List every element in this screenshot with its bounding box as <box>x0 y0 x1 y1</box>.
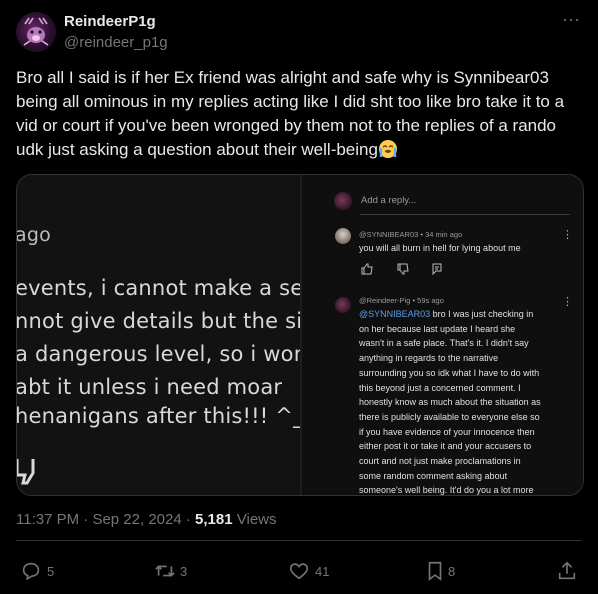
separator-dot: · <box>83 511 89 528</box>
caption-line: events, i cannot make a se <box>17 276 300 300</box>
views-label: Views <box>236 511 277 528</box>
kebab-icon: ⋮ <box>562 229 573 241</box>
comment-meta: @Reindeer-Pig • 59s ago <box>359 296 444 305</box>
comment-line: some random comment asking about <box>359 470 508 481</box>
comment-meta: @SYNNIBEAR03 • 34 min ago <box>359 230 463 239</box>
caption-line: nnot give details but the sit <box>17 309 300 333</box>
caption-line: abt it unless i need moar <box>17 375 283 399</box>
commenter-avatar <box>335 297 351 313</box>
caption-line: henanigans after this!!! ^_^ <box>17 404 300 428</box>
comments-screenshot: Add a reply... @SYNNIBEAR03 • 34 min ago… <box>302 175 583 495</box>
bookmark-icon <box>428 561 442 581</box>
mention-link: @SYNNIBEAR03 <box>359 309 431 319</box>
separator-dot: · <box>185 511 191 528</box>
commenter-avatar <box>334 192 352 210</box>
add-reply-placeholder: Add a reply... <box>361 195 417 206</box>
media-image[interactable]: ago events, i cannot make a se nnot give… <box>16 174 584 496</box>
more-options-icon[interactable]: ··· <box>560 10 582 32</box>
comment-line: this beyond just a concerned comment. I <box>359 382 521 393</box>
post-time[interactable]: 11:37 PM <box>16 511 79 528</box>
heart-icon <box>289 563 309 580</box>
bookmark-count: 8 <box>448 564 456 579</box>
commenter-avatar <box>335 228 351 244</box>
share-button[interactable] <box>556 560 580 582</box>
views-count: 5,181 <box>195 511 233 528</box>
dislike-icon <box>397 263 409 275</box>
comment-line: honestly know as much about the situatio… <box>359 397 541 408</box>
reply-icon <box>22 562 40 581</box>
author-display-name[interactable]: ReindeerP1g <box>64 13 156 30</box>
tweet-body: Bro all I said is if her Ex friend was a… <box>16 68 565 159</box>
bookmark-button[interactable]: 8 <box>424 560 484 582</box>
loudly-crying-face-icon <box>378 140 397 158</box>
comment-line: if you have evidence of your innocence t… <box>359 426 535 437</box>
comment-actions <box>359 263 459 277</box>
repost-count: 3 <box>180 564 188 579</box>
avatar-art-icon <box>23 17 49 46</box>
comment-line: on her because last update I heard she <box>359 323 516 334</box>
comment-line: wasn't in a safe place. That's it. I did… <box>359 338 529 349</box>
comment-line: there is publicly available to everyone … <box>359 411 540 422</box>
video-screenshot: ago events, i cannot make a se nnot give… <box>17 175 300 495</box>
reply-underline <box>360 214 570 215</box>
share-icon <box>558 561 576 580</box>
comment-line: @SYNNIBEAR03 bro I was just checking in <box>359 309 534 319</box>
dislike-icon <box>17 459 35 485</box>
repost-icon <box>155 565 175 577</box>
caption-line: a dangerous level, so i wont <box>17 342 300 366</box>
tweet-timestamp: 11:37 PM · Sep 22, 2024 · 5,181 Views <box>16 511 277 528</box>
comment-text: @SYNNIBEAR03 bro I was just checking in … <box>359 307 574 495</box>
post-date[interactable]: Sep 22, 2024 <box>92 511 181 528</box>
comment-line: either post it or take it and your accus… <box>359 441 532 452</box>
comment-line: court and not just make proclamations in <box>359 456 521 467</box>
caption-ago: ago <box>17 224 51 246</box>
like-count: 41 <box>315 564 330 579</box>
like-button[interactable]: 41 <box>288 560 348 582</box>
comment-line: someone's well being. It'd do you a lot … <box>359 485 534 495</box>
like-icon <box>361 263 373 275</box>
comment-line: anything in regards to the narrative <box>359 353 499 364</box>
add-reply-row: Add a reply... <box>302 191 583 215</box>
reply-count: 5 <box>47 564 55 579</box>
tweet-header: ReindeerP1g @reindeer_p1g ··· <box>16 10 582 56</box>
kebab-icon: ⋮ <box>562 296 573 308</box>
comment-line: surrounding you so idk what I have to do… <box>359 367 540 378</box>
reply-icon <box>432 263 442 275</box>
reply-button[interactable]: 5 <box>20 560 80 582</box>
divider <box>16 540 582 541</box>
author-handle[interactable]: @reindeer_p1g <box>64 34 168 51</box>
comment-text: you will all burn in hell for lying abou… <box>359 243 521 253</box>
tweet-text: Bro all I said is if her Ex friend was a… <box>16 66 586 162</box>
repost-button[interactable]: 3 <box>154 560 214 582</box>
avatar[interactable] <box>16 12 56 52</box>
